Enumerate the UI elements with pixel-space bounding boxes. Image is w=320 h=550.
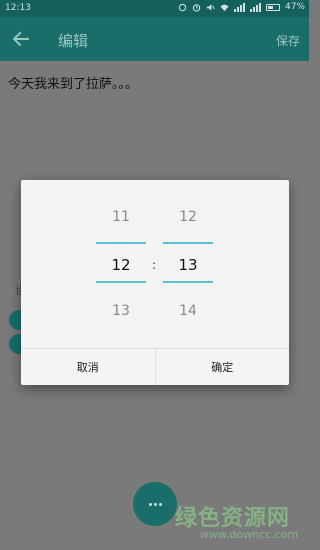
minute-divider (163, 281, 213, 283)
signal-icon (233, 2, 245, 12)
cancel-button[interactable]: 取消 (21, 349, 155, 385)
time-picker-dialog: 11 12 13 : 12 13 14 取消 确定 (21, 180, 289, 385)
hour-divider (96, 242, 146, 244)
minute-selected[interactable]: 13 (163, 256, 213, 274)
status-icons: 47% (178, 2, 305, 12)
dialog-actions: 取消 确定 (21, 348, 289, 385)
note-text[interactable]: 今天我来到了拉萨。。。 (8, 73, 138, 92)
time-separator: : (152, 258, 157, 272)
app-bar: 编辑 保存 (0, 17, 309, 61)
signal-icon-2 (249, 2, 261, 12)
watermark-url: www.downcc.com (200, 528, 299, 541)
page-title: 编辑 (58, 32, 89, 50)
more-fab-button[interactable] (133, 482, 177, 526)
hour-divider (96, 281, 146, 283)
wifi-icon (220, 4, 229, 11)
status-bar: 12:13 47% (0, 0, 309, 17)
save-button[interactable]: 保存 (276, 32, 300, 49)
battery-percent: 47% (284, 2, 305, 12)
minute-next[interactable]: 14 (163, 303, 213, 319)
confirm-button[interactable]: 确定 (154, 349, 290, 385)
mute-icon (206, 3, 215, 11)
hour-selected[interactable]: 12 (96, 256, 146, 274)
minute-divider (163, 242, 213, 244)
hour-prev[interactable]: 11 (96, 209, 146, 225)
battery-icon (265, 3, 280, 11)
status-time: 12:13 (5, 3, 31, 13)
alarm-icon (192, 3, 201, 12)
hour-next[interactable]: 13 (96, 303, 146, 319)
circle-icon (178, 3, 187, 11)
minute-prev[interactable]: 12 (163, 209, 213, 225)
more-dots-icon (133, 482, 177, 526)
back-arrow-icon[interactable] (10, 28, 32, 50)
